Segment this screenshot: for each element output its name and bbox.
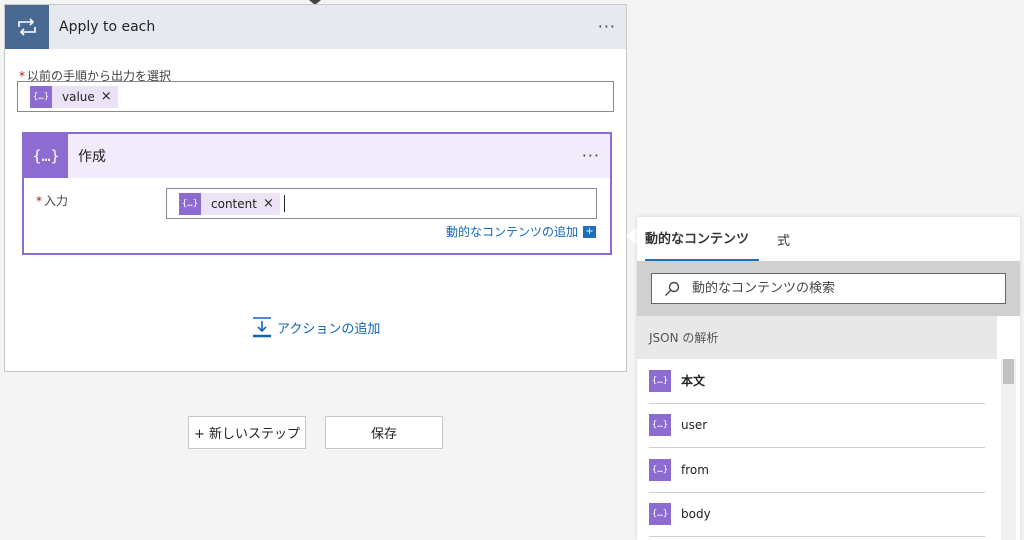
- save-button[interactable]: 保存: [325, 416, 443, 449]
- compose-header[interactable]: {…} 作成 ···: [24, 134, 610, 178]
- expression-icon: {…}: [649, 369, 671, 392]
- output-select-input[interactable]: {…} value ×: [17, 81, 614, 112]
- apply-to-each-header[interactable]: Apply to each ···: [5, 5, 626, 49]
- item-label: 本文: [681, 374, 706, 389]
- compose-input-label-text: 入力: [44, 194, 69, 208]
- expression-icon: {…}: [649, 458, 671, 481]
- list-item[interactable]: {…} body: [649, 493, 985, 537]
- expression-icon: {…}: [179, 192, 201, 215]
- apply-to-each-title: Apply to each: [59, 19, 156, 35]
- scrollbar[interactable]: ▲: [1001, 359, 1016, 540]
- compose-input-field[interactable]: {…} content ×: [166, 188, 597, 219]
- expression-icon: {…}: [30, 85, 52, 108]
- add-action-icon: [253, 317, 271, 338]
- list-item[interactable]: {…} from: [649, 448, 985, 493]
- text-caret: [283, 195, 285, 212]
- new-step-button[interactable]: + 新しいステップ: [188, 416, 306, 449]
- value-token[interactable]: {…} value ×: [30, 85, 118, 108]
- search-area: [637, 261, 1020, 316]
- expression-icon: {…}: [649, 503, 671, 526]
- add-dynamic-content-link[interactable]: 動的なコンテンツの追加 +: [446, 223, 596, 240]
- expression-icon: {…}: [649, 414, 671, 437]
- compose-input-label: * 入力: [36, 192, 68, 209]
- item-label: body: [681, 507, 711, 522]
- remove-token-icon[interactable]: ×: [101, 89, 118, 104]
- list-item[interactable]: {…} 本文: [649, 359, 985, 404]
- apply-to-each-card: Apply to each ··· * 以前の手順から出力を選択 {…} valu…: [4, 4, 627, 372]
- add-dynamic-content-label: 動的なコンテンツの追加: [445, 225, 578, 239]
- add-action-button[interactable]: アクションの追加: [251, 316, 380, 338]
- compose-card: {…} 作成 ··· * 入力 {…} content × 動的なコンテンツの追加…: [22, 132, 612, 255]
- dynamic-content-list-area: {…} 本文 {…} user {…} from {…} body ▲: [637, 359, 1020, 540]
- required-mark: *: [36, 194, 42, 208]
- search-input[interactable]: [692, 281, 992, 296]
- dynamic-content-panel: 動的なコンテンツ 式 JSON の解析 {…} 本文 {…} user {…} …: [637, 217, 1020, 540]
- content-token-label: content: [211, 196, 257, 211]
- compose-title: 作成: [78, 149, 106, 165]
- compose-icon: {…}: [24, 134, 68, 178]
- tab-expression[interactable]: 式: [777, 230, 800, 261]
- more-options-icon[interactable]: ···: [582, 146, 600, 165]
- list-item[interactable]: {…} user: [649, 404, 985, 448]
- remove-token-icon[interactable]: ×: [263, 196, 280, 211]
- value-token-label: value: [62, 89, 95, 104]
- add-dynamic-content-icon: +: [583, 225, 596, 238]
- scroll-thumb[interactable]: [1003, 359, 1014, 384]
- item-label: from: [681, 462, 709, 477]
- section-parse-json[interactable]: JSON の解析: [637, 316, 997, 359]
- content-token[interactable]: {…} content ×: [179, 192, 280, 215]
- dynamic-content-list: {…} 本文 {…} user {…} from {…} body: [637, 359, 997, 537]
- search-icon: [665, 281, 680, 296]
- add-action-label: アクションの追加: [277, 321, 381, 337]
- search-box[interactable]: [651, 273, 1006, 304]
- panel-tabs: 動的なコンテンツ 式: [637, 217, 1020, 261]
- tab-dynamic-content[interactable]: 動的なコンテンツ: [645, 228, 760, 261]
- more-options-icon[interactable]: ···: [598, 17, 616, 36]
- item-label: user: [681, 418, 708, 433]
- loop-icon: [5, 5, 49, 49]
